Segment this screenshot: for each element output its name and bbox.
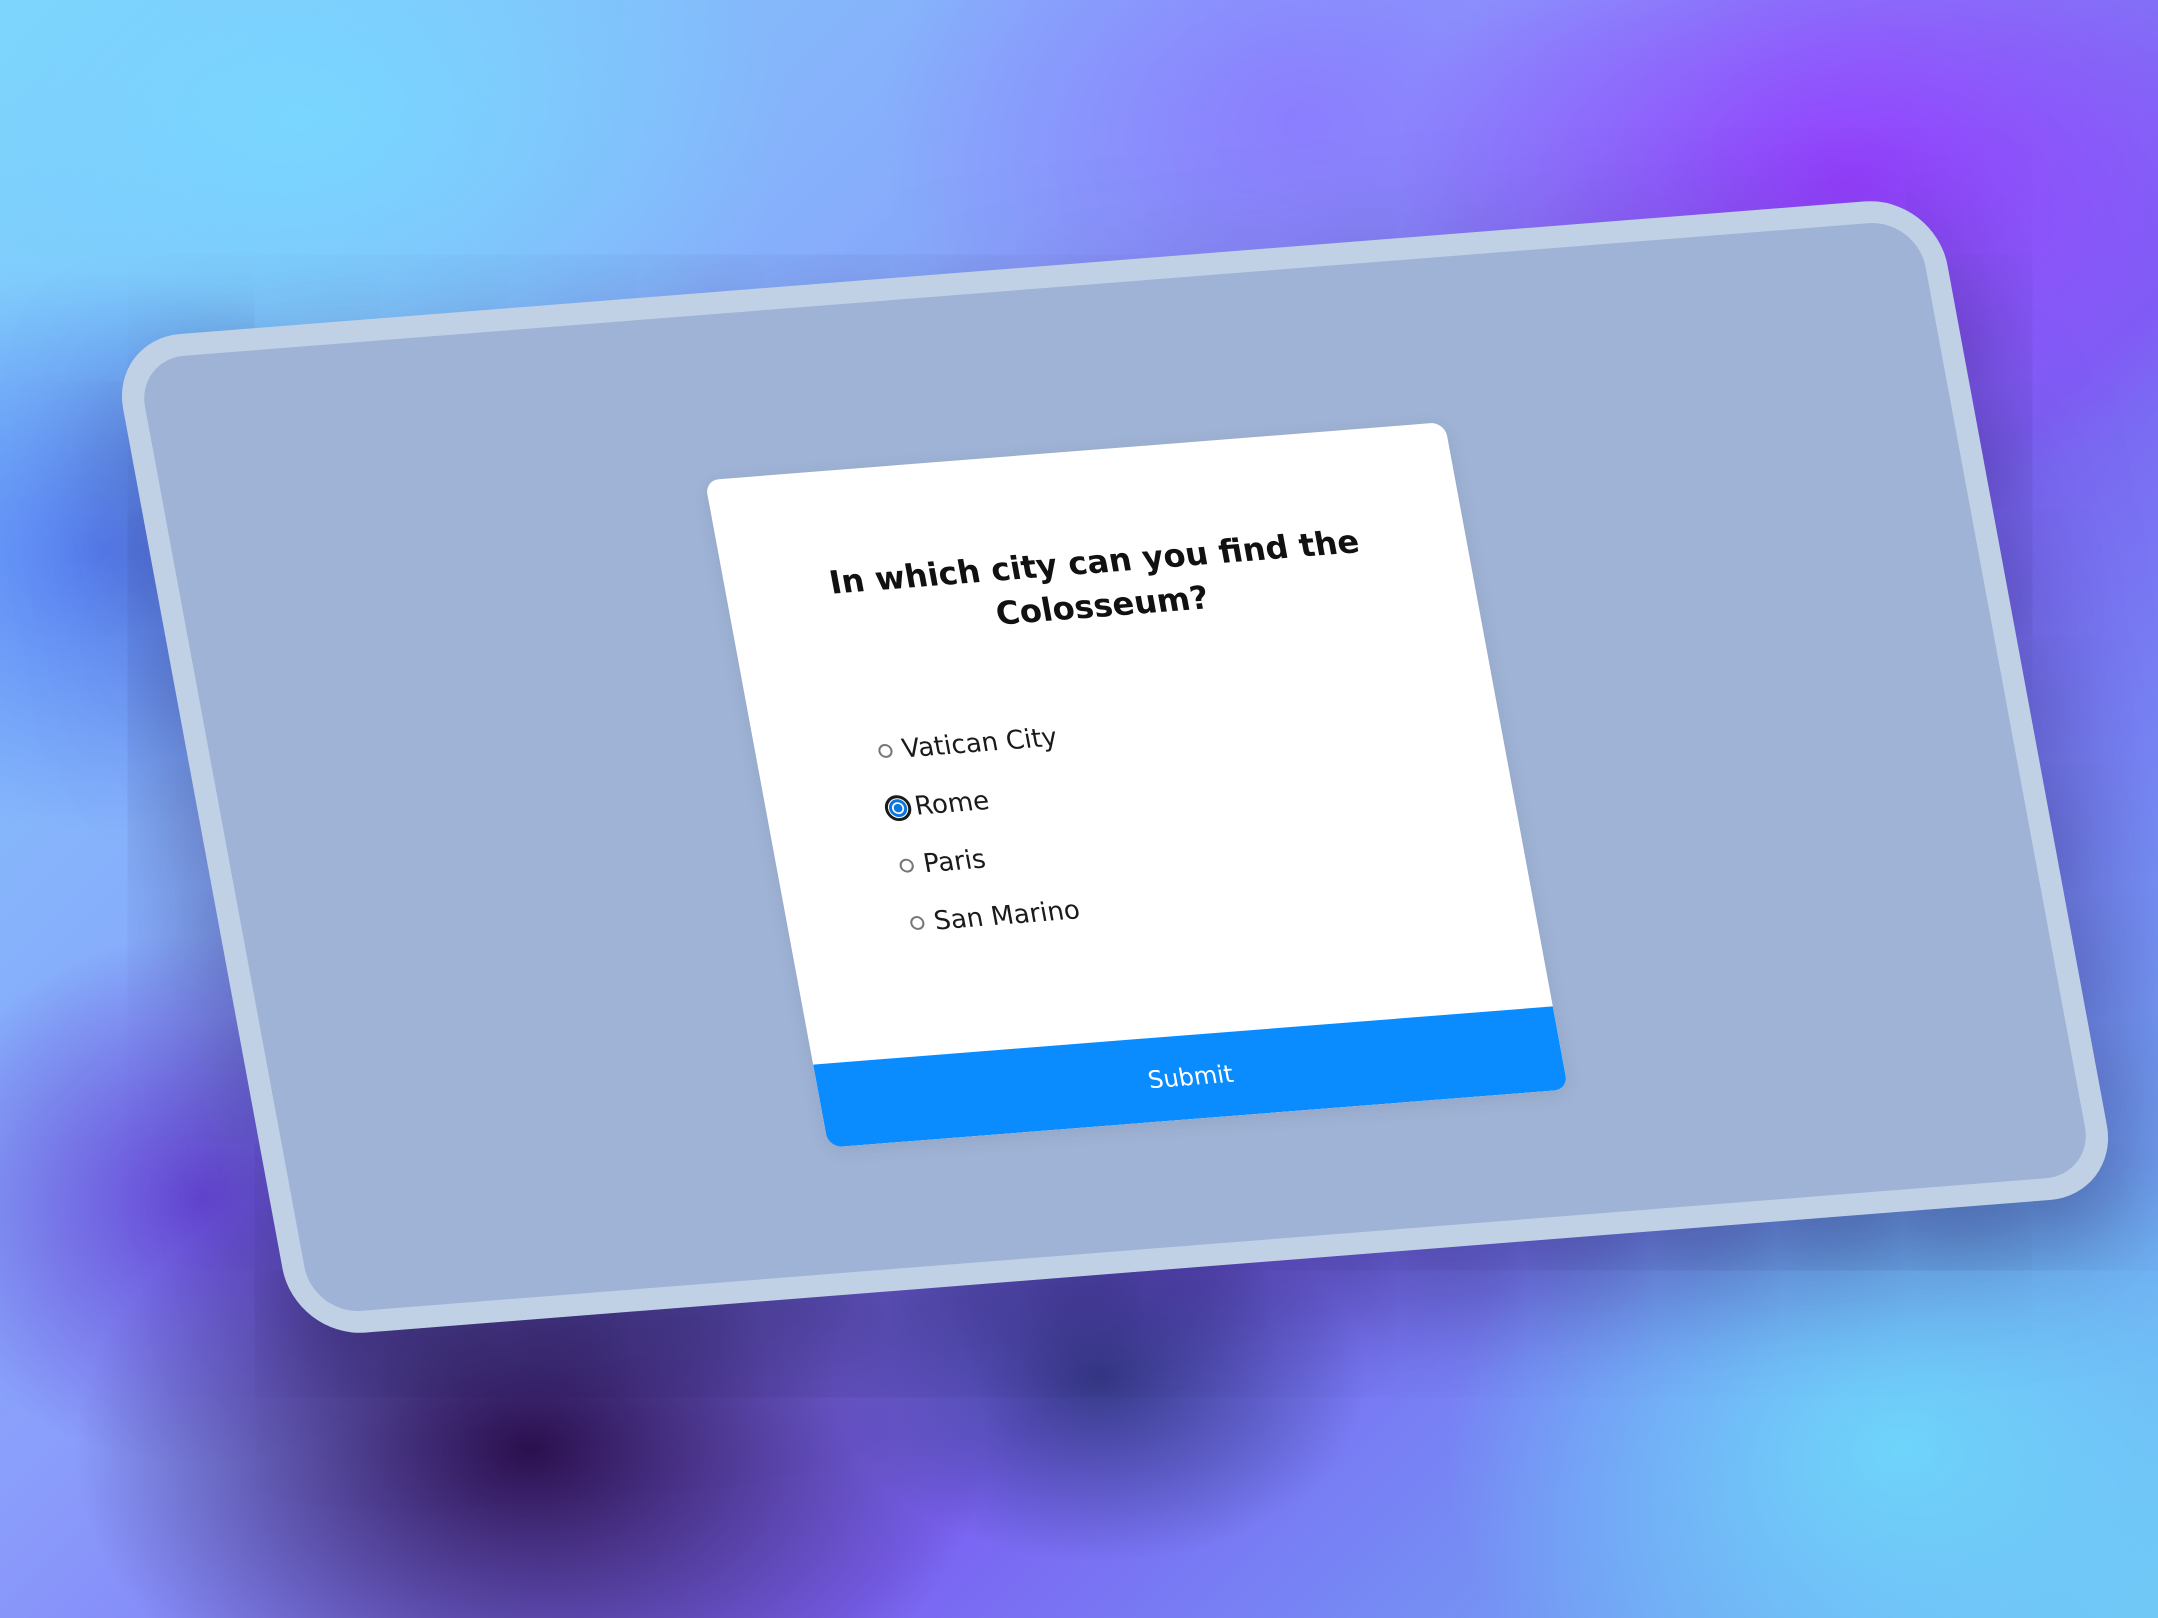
- radio-button-selected[interactable]: [882, 794, 914, 823]
- radio-button[interactable]: [877, 743, 894, 759]
- option-label: Paris: [920, 844, 989, 880]
- option-label: Vatican City: [899, 722, 1060, 765]
- option-label: San Marino: [931, 895, 1083, 937]
- option-label: Rome: [912, 786, 992, 822]
- radio-button[interactable]: [898, 858, 915, 874]
- quiz-card: In which city can you find the Colosseum…: [704, 422, 1569, 1148]
- answer-options: Vatican City Rome Paris San Marino: [873, 709, 1094, 952]
- device-frame: In which city can you find the Colosseum…: [110, 195, 2120, 1339]
- question-text: In which city can you find the Colosseum…: [826, 522, 1363, 633]
- submit-button[interactable]: Submit: [813, 1006, 1569, 1148]
- radio-button[interactable]: [909, 915, 926, 931]
